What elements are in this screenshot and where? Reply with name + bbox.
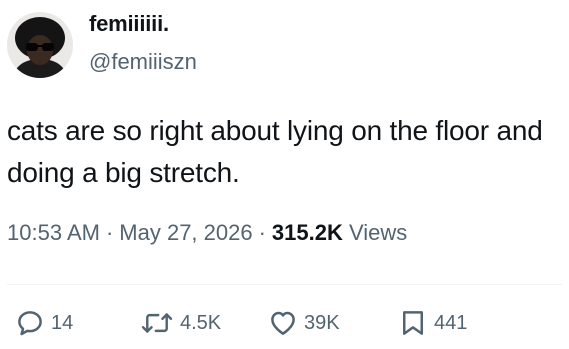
bookmark-count: 441: [434, 311, 468, 334]
reply-button[interactable]: 14: [15, 303, 73, 343]
meta-separator: ·: [105, 220, 114, 245]
like-button[interactable]: 39K: [268, 303, 340, 343]
bookmark-button[interactable]: 441: [398, 303, 467, 343]
author-display-name[interactable]: femiiiiii.: [89, 11, 169, 37]
tweet-card: femiiiiii. @femiiiszn cats are so right …: [0, 0, 569, 349]
heart-icon: [271, 311, 295, 335]
avatar[interactable]: [7, 12, 73, 78]
reply-icon: [18, 311, 42, 336]
divider: [7, 284, 562, 285]
tweet-meta: 10:53 AM · May 27, 2026 · 315.2K Views: [7, 220, 407, 246]
views-count[interactable]: 315.2K: [272, 220, 343, 245]
tweet-text: cats are so right about lying on the flo…: [7, 115, 543, 188]
repost-button[interactable]: 4.5K: [140, 303, 221, 343]
action-bar: 14 4.5K 39K 441: [0, 303, 569, 343]
like-count: 39K: [304, 311, 340, 334]
author-handle[interactable]: @femiiiszn: [89, 49, 197, 75]
views-label: Views: [349, 220, 408, 245]
tweet-time[interactable]: 10:53 AM: [7, 220, 100, 245]
reply-count: 14: [51, 311, 74, 334]
avatar-image: [7, 12, 73, 78]
repost-count: 4.5K: [180, 311, 222, 334]
tweet-date[interactable]: May 27, 2026: [119, 220, 252, 245]
meta-separator: ·: [258, 220, 266, 245]
repost-icon: [141, 313, 173, 333]
bookmark-icon: [403, 311, 423, 335]
